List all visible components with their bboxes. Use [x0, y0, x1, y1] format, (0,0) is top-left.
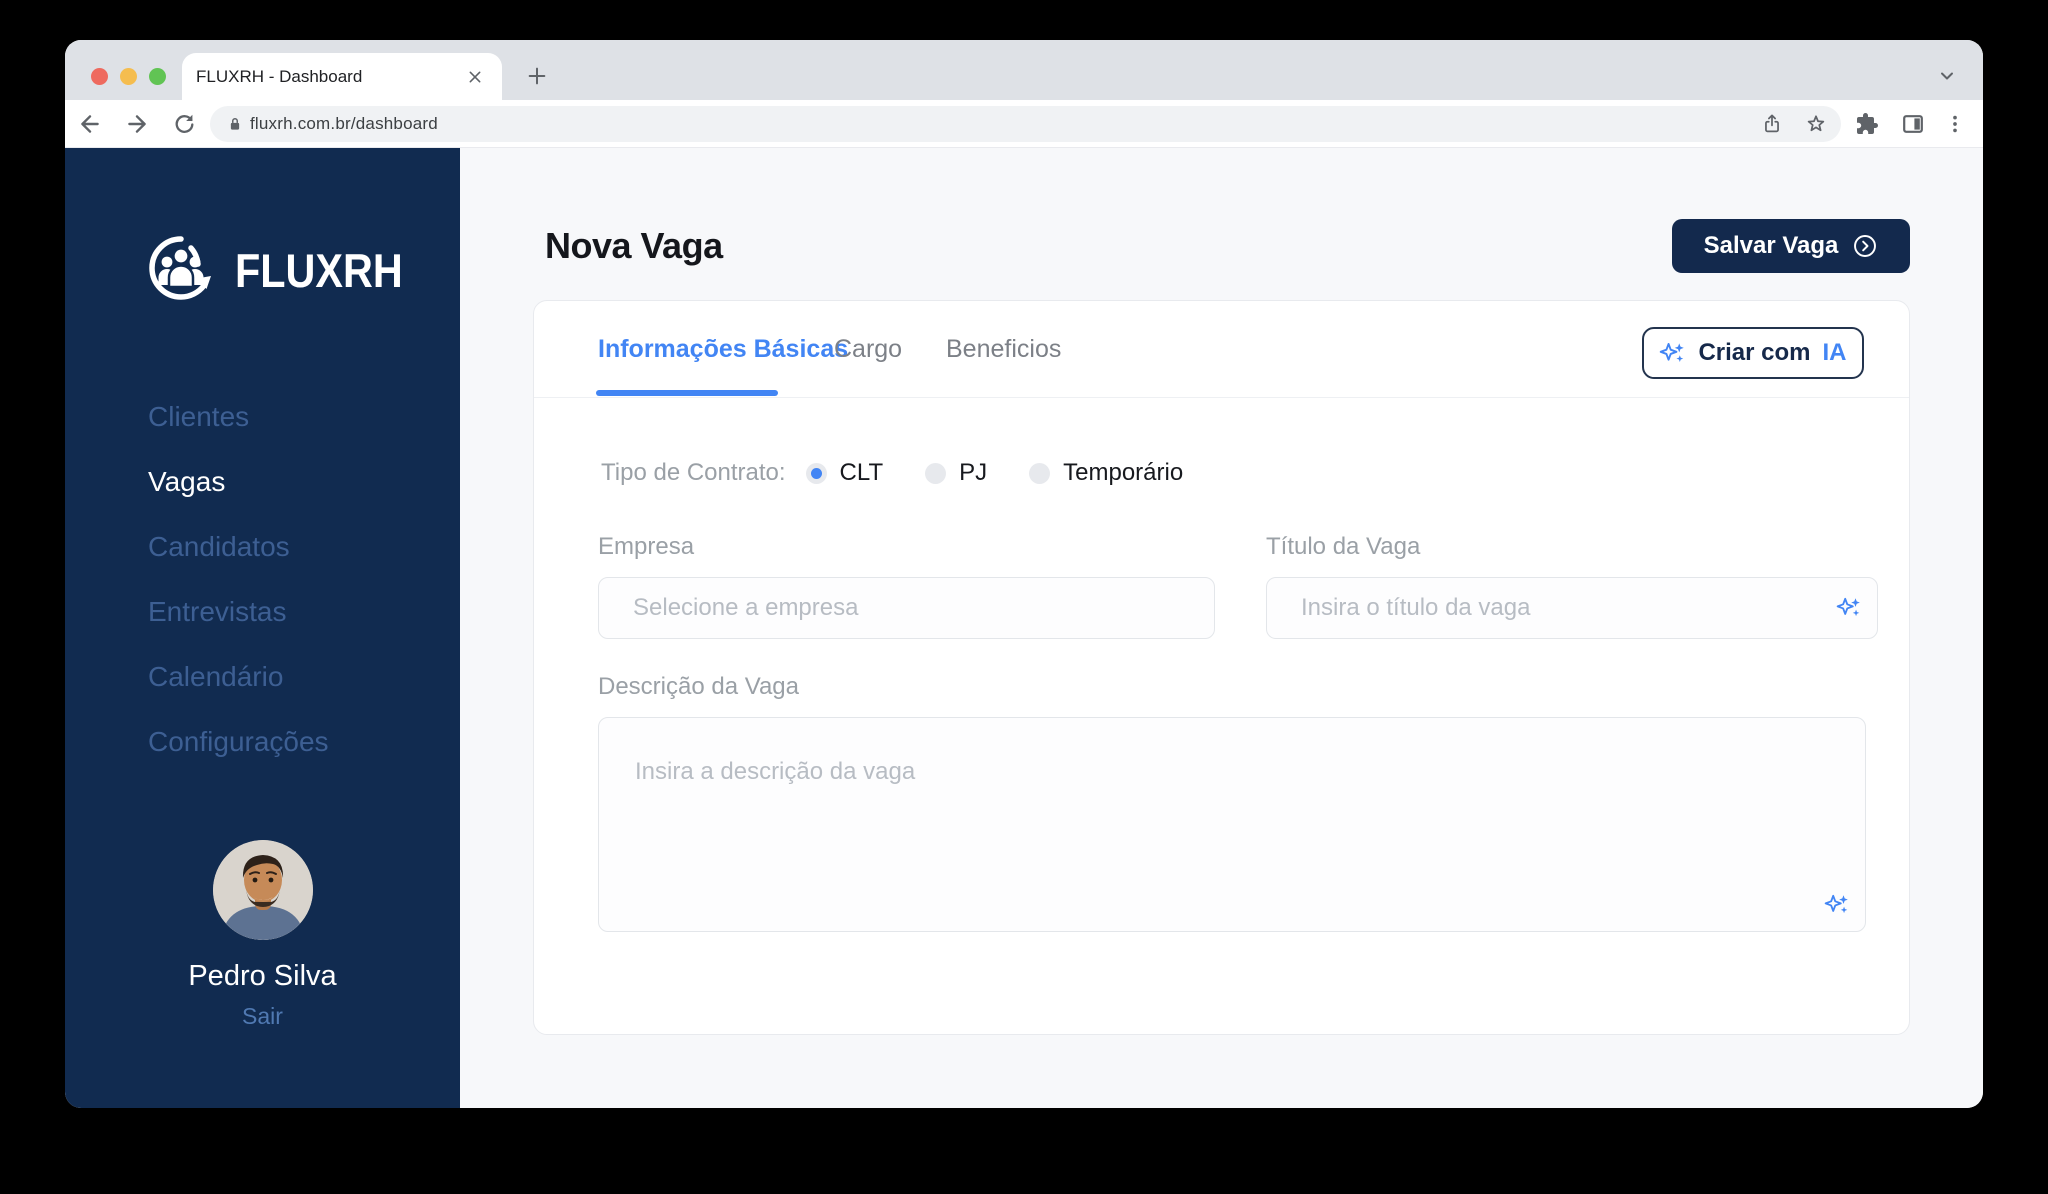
logo-text: FLUXRH	[235, 244, 403, 297]
empresa-select[interactable]	[598, 577, 1215, 639]
empresa-label: Empresa	[598, 533, 695, 560]
titulo-input[interactable]	[1266, 577, 1878, 639]
radio-pj[interactable]: PJ	[925, 459, 987, 487]
extensions-puzzle-icon[interactable]	[1850, 107, 1884, 141]
descricao-sparkles-icon[interactable]	[1824, 892, 1850, 918]
avatar	[212, 840, 313, 940]
sparkles-icon	[1659, 340, 1686, 367]
form-tab-row: Informações Básicas Cargo Beneficios Cri…	[534, 301, 1909, 398]
active-tab-underline	[596, 390, 778, 396]
radio-pj-circle[interactable]	[925, 462, 947, 484]
sidebar: FLUXRH Clientes Vagas Candidatos Entrevi…	[65, 148, 460, 1108]
browser-tab-strip: FLUXRH - Dashboard	[65, 40, 1983, 100]
page-title: Nova Vaga	[545, 225, 723, 266]
desktop-background: FLUXRH - Dashboard fluxrh.com.br/dashboa…	[0, 0, 2048, 1194]
sidebar-item-candidatos[interactable]: Candidatos	[148, 527, 329, 566]
criar-com-ia-button[interactable]: Criar com IA	[1642, 327, 1864, 379]
close-window-button[interactable]	[91, 68, 108, 85]
radio-temporario-label: Temporário	[1063, 459, 1184, 486]
empresa-field-wrap	[598, 577, 1215, 639]
form-card: Informações Básicas Cargo Beneficios Cri…	[533, 300, 1910, 1035]
descricao-field-wrap	[598, 717, 1866, 932]
circled-chevron-right-icon	[1852, 233, 1878, 259]
browser-window: FLUXRH - Dashboard fluxrh.com.br/dashboa…	[65, 40, 1983, 1108]
tabstrip-chevron-down-icon[interactable]	[1931, 60, 1963, 92]
browser-toolbar: fluxrh.com.br/dashboard	[65, 100, 1983, 148]
radio-clt-circle[interactable]	[805, 462, 827, 484]
share-icon[interactable]	[1755, 107, 1789, 141]
page-header: Nova Vaga Salvar Vaga	[545, 219, 1910, 273]
user-name: Pedro Silva	[188, 960, 337, 992]
sidebar-item-vagas[interactable]: Vagas	[148, 462, 329, 501]
app-content: FLUXRH Clientes Vagas Candidatos Entrevi…	[65, 148, 1983, 1108]
url-bar[interactable]: fluxrh.com.br/dashboard	[210, 106, 1841, 142]
sidebar-item-configuracoes[interactable]: Configurações	[148, 722, 329, 761]
contract-type-row: Tipo de Contrato: CLT PJ Temporário	[601, 456, 1225, 490]
minimize-window-button[interactable]	[120, 68, 137, 85]
url-text: fluxrh.com.br/dashboard	[250, 114, 438, 133]
save-vaga-button[interactable]: Salvar Vaga	[1672, 219, 1910, 273]
titulo-sparkles-icon[interactable]	[1836, 595, 1862, 621]
radio-pj-label: PJ	[959, 459, 988, 486]
contract-type-label: Tipo de Contrato:	[601, 459, 786, 486]
main-content: Nova Vaga Salvar Vaga Informações Básica…	[460, 148, 1983, 1108]
maximize-window-button[interactable]	[149, 68, 166, 85]
sidebar-item-entrevistas[interactable]: Entrevistas	[148, 592, 329, 631]
back-icon[interactable]	[73, 107, 107, 141]
bookmark-star-icon[interactable]	[1799, 107, 1833, 141]
tab-beneficios[interactable]: Beneficios	[946, 301, 1061, 397]
lock-icon	[218, 107, 252, 141]
titulo-field-wrap	[1266, 577, 1878, 639]
ai-button-highlight: IA	[1822, 339, 1847, 366]
radio-temporario[interactable]: Temporário	[1029, 459, 1183, 487]
tab-informacoes-basicas[interactable]: Informações Básicas	[598, 301, 848, 397]
titulo-label: Título da Vaga	[1266, 533, 1421, 560]
reload-icon[interactable]	[167, 107, 201, 141]
descricao-label: Descrição da Vaga	[598, 673, 799, 700]
ai-button-text: Criar com	[1698, 339, 1811, 366]
fluxrh-logo-icon	[143, 230, 219, 311]
tab-title: FLUXRH - Dashboard	[196, 66, 363, 86]
browser-tab[interactable]: FLUXRH - Dashboard	[182, 53, 502, 100]
radio-clt-label: CLT	[839, 459, 884, 486]
forward-icon[interactable]	[120, 107, 154, 141]
radio-clt[interactable]: CLT	[805, 459, 884, 487]
user-profile: Pedro Silva Sair	[65, 840, 460, 1030]
save-button-label: Salvar Vaga	[1703, 232, 1839, 259]
side-panel-icon[interactable]	[1896, 107, 1930, 141]
sidebar-item-calendario[interactable]: Calendário	[148, 657, 329, 696]
browser-menu-dots-icon[interactable]	[1938, 107, 1972, 141]
tab-cargo[interactable]: Cargo	[834, 301, 902, 397]
logo: FLUXRH	[143, 230, 426, 311]
sidebar-nav: Clientes Vagas Candidatos Entrevistas Ca…	[148, 397, 329, 761]
descricao-textarea[interactable]	[598, 717, 1866, 932]
new-tab-button[interactable]	[521, 60, 553, 92]
logout-link[interactable]: Sair	[65, 1003, 460, 1030]
window-controls	[91, 68, 166, 85]
sidebar-item-clientes[interactable]: Clientes	[148, 397, 329, 436]
tab-close-icon[interactable]	[462, 64, 488, 90]
radio-temporario-circle[interactable]	[1029, 462, 1051, 484]
